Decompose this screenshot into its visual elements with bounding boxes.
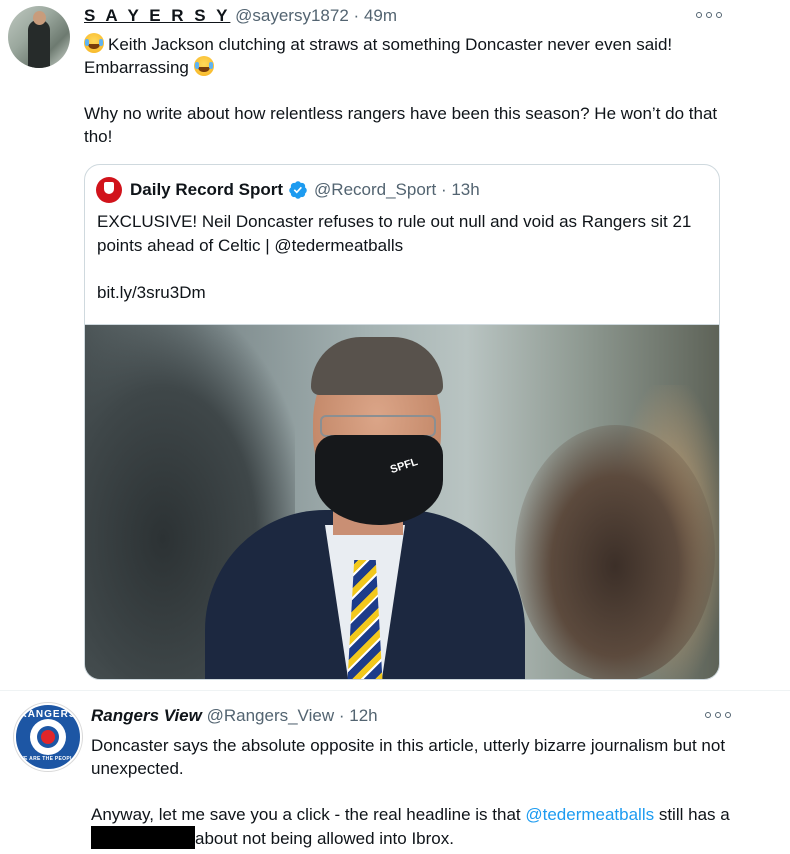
- quoted-user-handle[interactable]: @Record_Sport: [314, 180, 436, 200]
- tweet-header: S A Y E R S Y @sayersy1872 · 49m: [84, 6, 397, 26]
- mention-link[interactable]: @tedermeatballs: [525, 805, 654, 824]
- face-with-tears-of-joy-emoji: [193, 56, 214, 76]
- more-dot: [696, 12, 702, 18]
- redaction-bar: [91, 826, 195, 849]
- more-options-icon[interactable]: [705, 710, 731, 720]
- more-options-icon[interactable]: [696, 10, 722, 20]
- separator-dot: ·: [436, 180, 451, 200]
- avatar[interactable]: [8, 6, 70, 68]
- tweet-line: Keith Jackson clutching at straws at som…: [84, 35, 673, 77]
- face-with-tears-of-joy-emoji: [84, 33, 104, 53]
- separator-dot: ·: [338, 706, 345, 725]
- display-name[interactable]: Rangers View: [91, 706, 202, 725]
- separator-dot-text: ·: [440, 180, 447, 199]
- more-dot: [706, 12, 712, 18]
- tweet-text: Doncaster says the absolute opposite in …: [91, 734, 751, 850]
- quoted-tweet-image[interactable]: SPFL: [85, 324, 719, 679]
- tweet-line: still has a: [654, 805, 730, 824]
- display-name[interactable]: S A Y E R S Y: [84, 6, 230, 25]
- avatar[interactable]: RANGERS WE ARE THE PEOPLE: [14, 703, 82, 771]
- tweet-line: Why no write about how relentless ranger…: [84, 104, 718, 146]
- quoted-tweet-header: Daily Record Sport @Record_Sport · 13h: [96, 177, 480, 203]
- tweet[interactable]: RANGERS WE ARE THE PEOPLE Rangers View @…: [0, 690, 790, 854]
- hair: [311, 337, 443, 395]
- tweet-paragraph: Anyway, let me save you a click - the re…: [91, 803, 751, 850]
- more-dot: [705, 712, 711, 718]
- more-dot: [715, 712, 721, 718]
- quoted-tweet-text: EXCLUSIVE! Neil Doncaster refuses to rul…: [97, 210, 707, 305]
- quoted-timestamp[interactable]: 13h: [451, 180, 479, 200]
- avatar-head: [33, 11, 46, 25]
- separator-dot: ·: [353, 6, 360, 25]
- background-person-right: [515, 425, 715, 679]
- roundel-center: [41, 730, 55, 744]
- quoted-link[interactable]: bit.ly/3sru3Dm: [97, 281, 707, 305]
- timestamp[interactable]: 12h: [349, 706, 377, 725]
- tweet-line: Anyway, let me save you a click - the re…: [91, 805, 526, 824]
- glasses: [320, 415, 436, 437]
- tweet[interactable]: S A Y E R S Y @sayersy1872 · 49m Keith J…: [0, 0, 790, 690]
- user-handle[interactable]: @Rangers_View: [207, 706, 335, 725]
- avatar-text-bottom: WE ARE THE PEOPLE: [19, 756, 77, 762]
- face-mask: [315, 435, 443, 525]
- tweet-line: about not being allowed into Ibrox.: [195, 829, 454, 848]
- quoted-tweet[interactable]: Daily Record Sport @Record_Sport · 13h E…: [84, 164, 720, 680]
- tweet-paragraph: Keith Jackson clutching at straws at som…: [84, 33, 734, 79]
- timestamp[interactable]: 49m: [364, 6, 397, 25]
- more-dot: [716, 12, 722, 18]
- avatar-figure: [28, 20, 50, 68]
- verified-badge-icon: [289, 181, 307, 199]
- user-handle[interactable]: @sayersy1872: [235, 6, 349, 25]
- tweet-line: Doncaster says the absolute opposite in …: [91, 736, 726, 778]
- quoted-display-name[interactable]: Daily Record Sport: [130, 180, 283, 200]
- quoted-mention[interactable]: @tedermeatballs: [274, 236, 403, 255]
- tweet-header: Rangers View @Rangers_View · 12h: [91, 706, 378, 726]
- tweet-text: Keith Jackson clutching at straws at som…: [84, 33, 734, 148]
- daily-record-logo-avatar[interactable]: [96, 177, 122, 203]
- more-dot: [725, 712, 731, 718]
